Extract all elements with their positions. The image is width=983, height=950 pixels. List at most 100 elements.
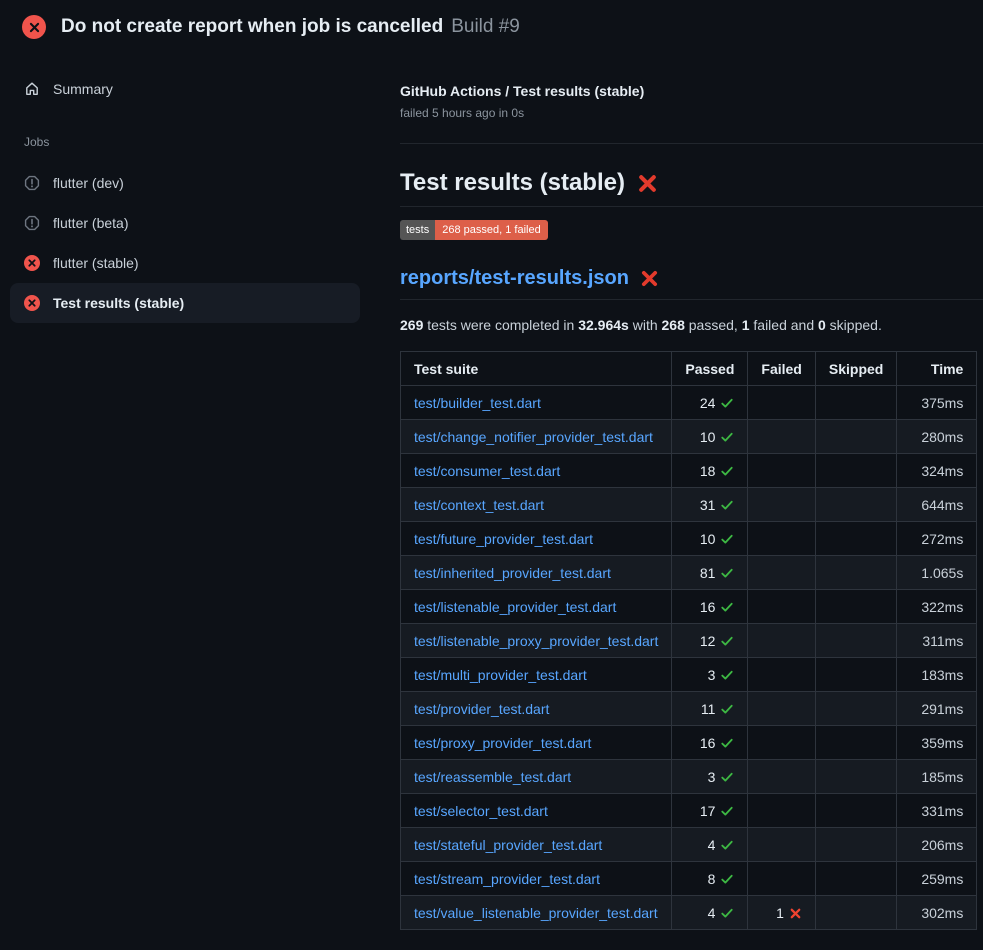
skipped-cell	[815, 420, 896, 454]
suite-link[interactable]: test/reassemble_test.dart	[414, 769, 571, 785]
table-row: test/provider_test.dart11291ms	[401, 692, 977, 726]
table-row: test/inherited_provider_test.dart811.065…	[401, 556, 977, 590]
failed-cell	[748, 522, 815, 556]
skipped-cell	[815, 522, 896, 556]
time-cell: 302ms	[897, 896, 977, 930]
suite-link[interactable]: test/stateful_provider_test.dart	[414, 837, 602, 853]
time-cell: 324ms	[897, 454, 977, 488]
check-icon	[720, 600, 734, 614]
skipped-cell	[815, 556, 896, 590]
tests-badge: tests 268 passed, 1 failed	[400, 220, 548, 240]
time-cell: 259ms	[897, 862, 977, 896]
time-cell: 375ms	[897, 386, 977, 420]
suite-link[interactable]: test/change_notifier_provider_test.dart	[414, 429, 653, 445]
table-row: test/stateful_provider_test.dart4206ms	[401, 828, 977, 862]
suite-link[interactable]: test/builder_test.dart	[414, 395, 541, 411]
check-icon	[720, 804, 734, 818]
report-file-link[interactable]: reports/test-results.json	[400, 267, 629, 290]
passed-cell: 31	[672, 488, 748, 522]
time-cell: 185ms	[897, 760, 977, 794]
sidebar-item-flutter-dev[interactable]: flutter (dev)	[10, 163, 360, 203]
skipped-cell	[815, 488, 896, 522]
failed-cell	[748, 828, 815, 862]
table-row: test/context_test.dart 31 644ms	[401, 488, 977, 522]
suite-cell: test/consumer_test.dart	[401, 454, 672, 488]
table-row: test/stream_provider_test.dart8259ms	[401, 862, 977, 896]
check-icon	[720, 498, 734, 512]
failed-cell	[748, 726, 815, 760]
suite-link[interactable]: test/value_listenable_provider_test.dart	[414, 905, 658, 921]
table-row: test/reassemble_test.dart3185ms	[401, 760, 977, 794]
suite-link[interactable]: test/multi_provider_test.dart	[414, 667, 587, 683]
failed-cell	[748, 386, 815, 420]
suite-link[interactable]: test/listenable_proxy_provider_test.dart	[414, 633, 658, 649]
sidebar-item-label: flutter (beta)	[53, 216, 128, 230]
suite-cell: test/multi_provider_test.dart	[401, 658, 672, 692]
failed-cell	[748, 488, 815, 522]
failed-cell	[748, 420, 815, 454]
table-row: test/listenable_provider_test.dart16322m…	[401, 590, 977, 624]
skipped-cell	[815, 692, 896, 726]
suite-link[interactable]: test/provider_test.dart	[414, 701, 549, 717]
suite-link[interactable]: test/selector_test.dart	[414, 803, 548, 819]
time-cell: 644ms	[897, 488, 977, 522]
passed-cell: 12	[672, 624, 748, 658]
column-header-skipped: Skipped	[815, 352, 896, 386]
skipped-cell	[815, 590, 896, 624]
sidebar-item-flutter-stable[interactable]: flutter (stable)	[10, 243, 360, 283]
check-icon	[720, 838, 734, 852]
suite-link[interactable]: test/inherited_provider_test.dart	[414, 565, 611, 581]
table-row: test/consumer_test.dart18324ms	[401, 454, 977, 488]
sidebar-item-label: Summary	[53, 82, 113, 96]
passed-cell: 4	[672, 896, 748, 930]
skipped-cell	[815, 794, 896, 828]
passed-cell: 24	[672, 386, 748, 420]
failed-cell	[748, 556, 815, 590]
suite-link[interactable]: test/consumer_test.dart	[414, 463, 560, 479]
skipped-cell	[815, 386, 896, 420]
failed-status-icon	[24, 255, 40, 271]
build-number: Build #9	[451, 16, 520, 38]
table-row: test/listenable_proxy_provider_test.dart…	[401, 624, 977, 658]
divider	[400, 143, 983, 144]
page-title: Do not create report when job is cancell…	[61, 16, 443, 38]
suite-link[interactable]: test/stream_provider_test.dart	[414, 871, 600, 887]
suite-link[interactable]: test/context_test.dart	[414, 497, 544, 513]
skipped-cell	[815, 862, 896, 896]
failed-cell: 1	[748, 896, 815, 930]
skipped-cell	[815, 624, 896, 658]
table-row: test/proxy_provider_test.dart 16 359ms	[401, 726, 977, 760]
sidebar-item-test-results-stable[interactable]: Test results (stable)	[10, 283, 360, 323]
skipped-cell	[815, 454, 896, 488]
check-icon	[720, 566, 734, 580]
suite-cell: test/proxy_provider_test.dart	[401, 726, 672, 760]
time-cell: 322ms	[897, 590, 977, 624]
failed-cell	[748, 760, 815, 794]
suite-link[interactable]: test/listenable_provider_test.dart	[414, 599, 616, 615]
skipped-cell	[815, 726, 896, 760]
sidebar-item-summary[interactable]: Summary	[10, 69, 360, 109]
cross-mark-icon	[637, 173, 658, 194]
failed-cell	[748, 454, 815, 488]
suite-cell: test/change_notifier_provider_test.dart	[401, 420, 672, 454]
suite-cell: test/reassemble_test.dart	[401, 760, 672, 794]
passed-cell: 10	[672, 420, 748, 454]
passed-cell: 17	[672, 794, 748, 828]
sidebar-item-label: flutter (dev)	[53, 176, 124, 190]
time-cell: 359ms	[897, 726, 977, 760]
cancelled-status-icon	[24, 215, 40, 231]
check-icon	[720, 396, 734, 410]
passed-cell: 11	[672, 692, 748, 726]
suite-link[interactable]: test/future_provider_test.dart	[414, 531, 593, 547]
sidebar-item-flutter-beta[interactable]: flutter (beta)	[10, 203, 360, 243]
suite-link[interactable]: test/proxy_provider_test.dart	[414, 735, 591, 751]
suite-cell: test/value_listenable_provider_test.dart	[401, 896, 672, 930]
section-heading: Test results (stable)	[400, 169, 625, 197]
table-row: test/change_notifier_provider_test.dart 1…	[401, 420, 977, 454]
check-icon	[720, 634, 734, 648]
jobs-list: flutter (dev) flutter (beta) flutter (stab…	[10, 163, 360, 323]
suite-cell: test/selector_test.dart	[401, 794, 672, 828]
column-header-failed: Failed	[748, 352, 815, 386]
time-cell: 311ms	[897, 624, 977, 658]
passed-cell: 16	[672, 726, 748, 760]
